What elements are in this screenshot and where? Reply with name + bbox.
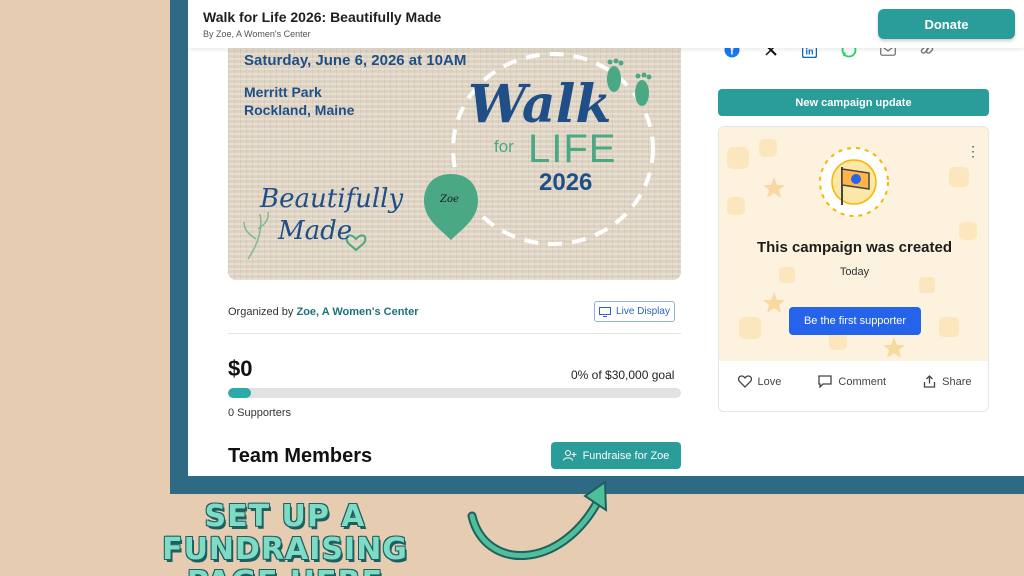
campaign-title: Walk for Life 2026: Beautifully Made — [203, 9, 442, 25]
event-location-park: Merritt Park — [244, 84, 322, 100]
promo-line-2: PAGE HERE — [120, 566, 450, 576]
organizer-link[interactable]: Zoe, A Women's Center — [296, 306, 418, 318]
progress-fill — [228, 388, 251, 398]
map-pin-icon — [424, 174, 478, 240]
monitor-icon — [599, 306, 612, 317]
live-display-button[interactable]: Live Display — [594, 301, 675, 322]
promo-caption: SET UP A FUNDRAISING PAGE HERE — [120, 500, 450, 576]
donate-button[interactable]: Donate — [878, 9, 1015, 39]
love-label: Love — [757, 375, 782, 388]
promo-line-1: SET UP A FUNDRAISING — [162, 499, 408, 567]
section-divider — [228, 333, 681, 334]
fundraise-label: Fundraise for Zoe — [582, 449, 670, 462]
campaign-hero-image: Saturday, June 6, 2026 at 10AM Merritt P… — [228, 34, 681, 280]
card-actions: Love Comment Share — [719, 375, 988, 388]
campaign-created-card: ⋮ This campaign was created Today Be the… — [718, 126, 989, 412]
event-location-city: Rockland, Maine — [244, 102, 355, 118]
fundraise-for-zoe-button[interactable]: Fundraise for Zoe — [551, 442, 681, 469]
leaf-branch-icon — [243, 211, 269, 260]
comment-label: Comment — [838, 375, 887, 388]
goal-text: 0% of $30,000 goal — [571, 368, 675, 382]
heart-icon — [737, 375, 752, 388]
share-icon — [923, 375, 936, 388]
logo-life-text: LIFE — [528, 127, 617, 171]
share-action[interactable]: Share — [923, 375, 971, 388]
card-title: This campaign was created — [756, 239, 953, 256]
organizer-line: Organized by Zoe, A Women's Center — [228, 306, 419, 318]
campaign-header: Walk for Life 2026: Beautifully Made By … — [188, 0, 1024, 48]
add-person-icon — [562, 450, 577, 461]
comment-icon — [818, 375, 833, 388]
logo-walk-text: Walk — [468, 74, 612, 135]
more-options-icon[interactable]: ⋮ — [966, 143, 980, 160]
sun-flag-illustration — [819, 147, 889, 217]
browser-screen: Walk for Life 2026: Beautifully Made By … — [188, 0, 1024, 476]
campaign-byline: By Zoe, A Women's Center — [203, 29, 311, 39]
share-label: Share — [942, 375, 972, 388]
supporters-count: 0 Supporters — [228, 407, 291, 419]
footprints-icon — [607, 58, 652, 106]
progress-bar — [228, 388, 681, 398]
be-first-supporter-button[interactable]: Be the first supporter — [789, 307, 921, 335]
card-date: Today — [839, 266, 870, 278]
beautifully-text: Beautifully — [260, 184, 404, 214]
live-display-label: Live Display — [616, 306, 670, 317]
comment-action[interactable]: Comment — [818, 375, 886, 388]
logo-for-text: for — [494, 137, 514, 156]
love-action[interactable]: Love — [737, 375, 782, 388]
curved-arrow-icon — [467, 480, 608, 561]
amount-raised: $0 — [228, 356, 253, 381]
made-text: Made — [278, 216, 353, 246]
logo-year-text: 2026 — [539, 169, 593, 196]
new-campaign-update-button[interactable]: New campaign update — [718, 89, 989, 116]
event-date: Saturday, June 6, 2026 at 10AM — [244, 52, 467, 69]
team-members-heading: Team Members — [228, 445, 373, 467]
pin-label: Zoe — [440, 194, 459, 205]
organizer-prefix: Organized by — [228, 306, 297, 318]
